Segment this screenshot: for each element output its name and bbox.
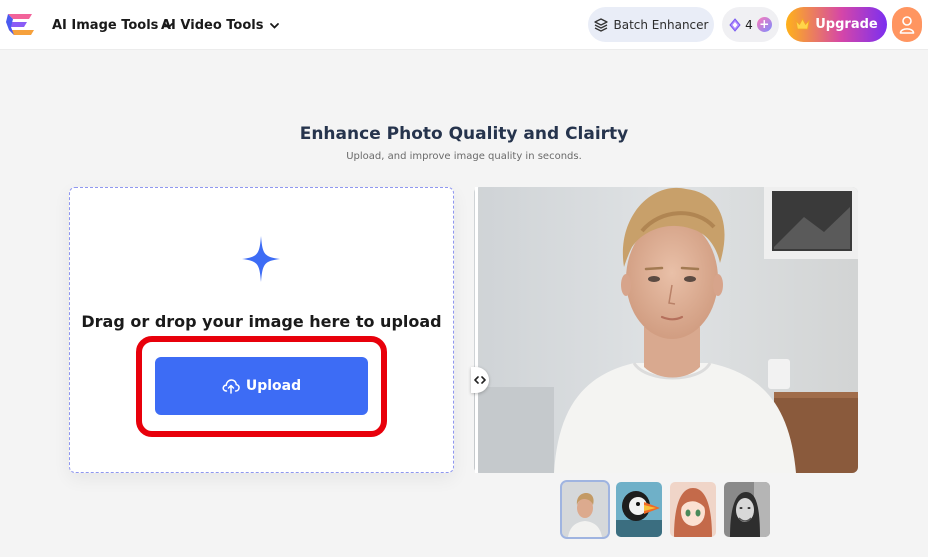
compare-divider[interactable] [475,187,478,473]
plus-icon[interactable]: + [756,17,772,32]
brand-logo-icon[interactable] [5,11,37,37]
top-header: AI Image Tools AI Video Tools Batch Enha… [0,0,928,50]
upgrade-label: Upgrade [815,17,878,32]
batch-enhancer-button[interactable]: Batch Enhancer [588,7,714,42]
upgrade-button[interactable]: Upgrade [786,7,887,42]
upload-button-label: Upload [245,378,302,394]
crown-icon [795,18,810,30]
nav-ai-image-tools[interactable]: AI Image Tools [52,16,174,34]
page-subtitle: Upload, and improve image quality in sec… [346,151,582,162]
thumbnail-young-man[interactable] [560,480,610,539]
layers-icon [593,17,608,32]
drop-instructions: Drag or drop your image here to upload [81,312,442,331]
page-title: Enhance Photo Quality and Clairty [299,124,629,144]
user-avatar[interactable] [892,7,922,42]
nav-ai-video-tools[interactable]: AI Video Tools [161,16,280,34]
upload-dropzone[interactable]: Drag or drop your image here to upload U… [69,187,454,473]
nav-ai-image-tools-label: AI Image Tools [52,17,159,33]
sparkle-icon [242,236,280,282]
credits-badge[interactable]: 4 + [722,7,779,42]
credits-count: 4 [745,17,753,32]
chevron-down-icon [269,22,279,29]
thumbnail-puffin[interactable] [616,482,662,537]
upload-button[interactable]: Upload [155,357,368,415]
preview-image[interactable] [474,187,858,473]
portrait-photo [474,187,858,473]
nav-ai-video-tools-label: AI Video Tools [161,17,264,33]
puffin-thumbnail-image [616,482,662,537]
compare-arrows-icon [474,376,486,384]
thumbnail-bw-woman[interactable] [724,482,770,537]
young-man-thumbnail-image [562,482,608,537]
cloud-upload-icon [222,379,240,394]
anime-girl-thumbnail-image [670,482,716,537]
batch-enhancer-label: Batch Enhancer [613,17,709,32]
thumbnail-anime-girl[interactable] [670,482,716,537]
gem-icon [729,17,741,32]
user-icon [899,15,915,34]
bw-woman-thumbnail-image [724,482,770,537]
